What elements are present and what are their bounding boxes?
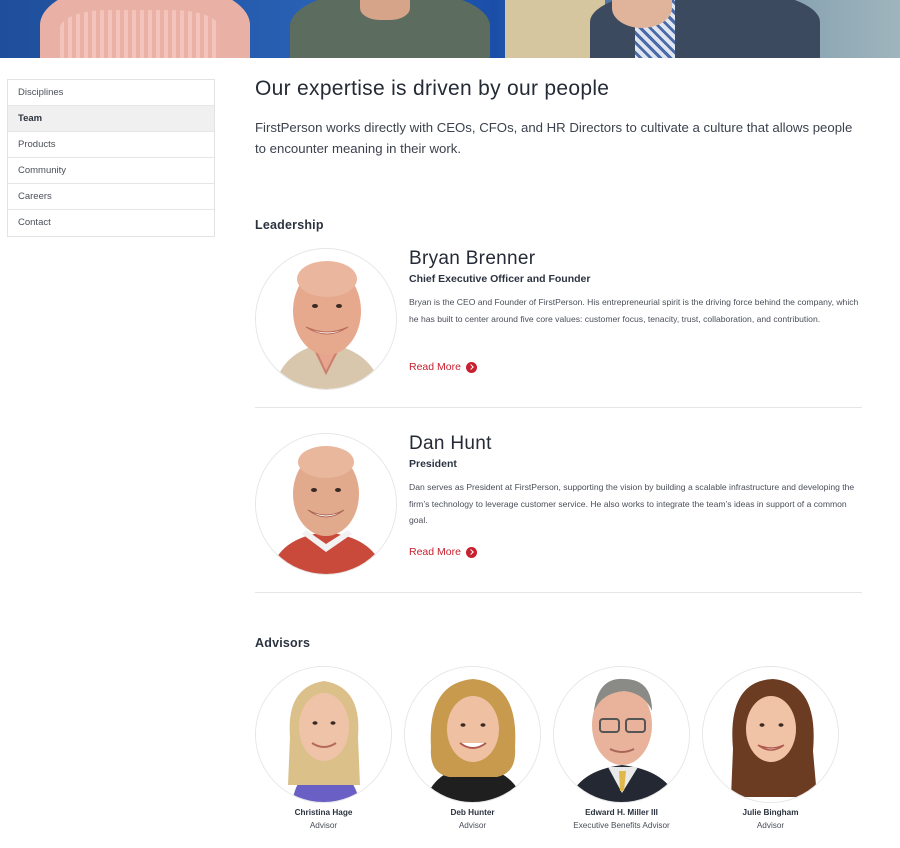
sidebar-item-community[interactable]: Community <box>8 158 214 184</box>
chevron-right-circle-icon <box>465 361 477 373</box>
advisor-photo <box>702 666 839 803</box>
advisor-card[interactable]: Deb Hunter Advisor <box>404 666 541 830</box>
advisor-photo <box>255 666 392 803</box>
advisor-card[interactable]: Julie Bingham Advisor <box>702 666 839 830</box>
advisors-heading: Advisors <box>255 636 311 650</box>
leader-photo <box>255 433 397 575</box>
advisor-card[interactable]: Christina Hage Advisor <box>255 666 392 830</box>
sidebar-item-team[interactable]: Team <box>8 106 214 132</box>
leader-bio: Bryan is the CEO and Founder of FirstPer… <box>409 297 859 324</box>
advisor-photo <box>404 666 541 803</box>
leader-name: Dan Hunt <box>409 433 492 454</box>
sidebar-item-contact[interactable]: Contact <box>8 210 214 236</box>
advisor-role: Executive Benefits Advisor <box>573 821 670 830</box>
advisor-photo <box>553 666 690 803</box>
advisor-role: Advisor <box>756 821 785 830</box>
sidebar-nav: Disciplines Team Products Community Care… <box>7 79 215 237</box>
divider <box>255 407 862 408</box>
advisor-name: Julie Bingham <box>742 808 799 817</box>
chevron-right-circle-icon <box>465 546 477 558</box>
leadership-heading: Leadership <box>255 218 324 232</box>
leader-bio: Dan serves as President at FirstPerson, … <box>409 482 855 525</box>
advisor-name: Edward H. Miller III <box>585 808 658 817</box>
hero-banner-image <box>0 0 900 58</box>
leader-name: Bryan Brenner <box>409 248 536 269</box>
leader-role: Chief Executive Officer and Founder <box>409 273 591 285</box>
advisor-role: Advisor <box>458 821 487 830</box>
leader-role: President <box>409 458 457 470</box>
read-more-label: Read More <box>409 546 461 558</box>
sidebar-item-products[interactable]: Products <box>8 132 214 158</box>
read-more-link[interactable]: Read More <box>409 546 477 558</box>
read-more-link[interactable]: Read More <box>409 361 477 373</box>
advisor-name: Deb Hunter <box>450 808 495 817</box>
leader-photo <box>255 248 397 390</box>
divider <box>255 592 862 593</box>
advisor-card[interactable]: Edward H. Miller III Executive Benefits … <box>553 666 690 830</box>
sidebar-item-careers[interactable]: Careers <box>8 184 214 210</box>
intro-text: FirstPerson works directly with CEOs, CF… <box>255 120 853 156</box>
read-more-label: Read More <box>409 361 461 373</box>
leader-card: Bryan Brenner Chief Executive Officer an… <box>255 248 862 408</box>
advisor-role: Advisor <box>309 821 338 830</box>
advisor-name: Christina Hage <box>294 808 353 817</box>
sidebar-item-disciplines[interactable]: Disciplines <box>8 80 214 106</box>
page-title: Our expertise is driven by our people <box>255 77 610 100</box>
leader-card: Dan Hunt President Dan serves as Preside… <box>255 433 862 593</box>
